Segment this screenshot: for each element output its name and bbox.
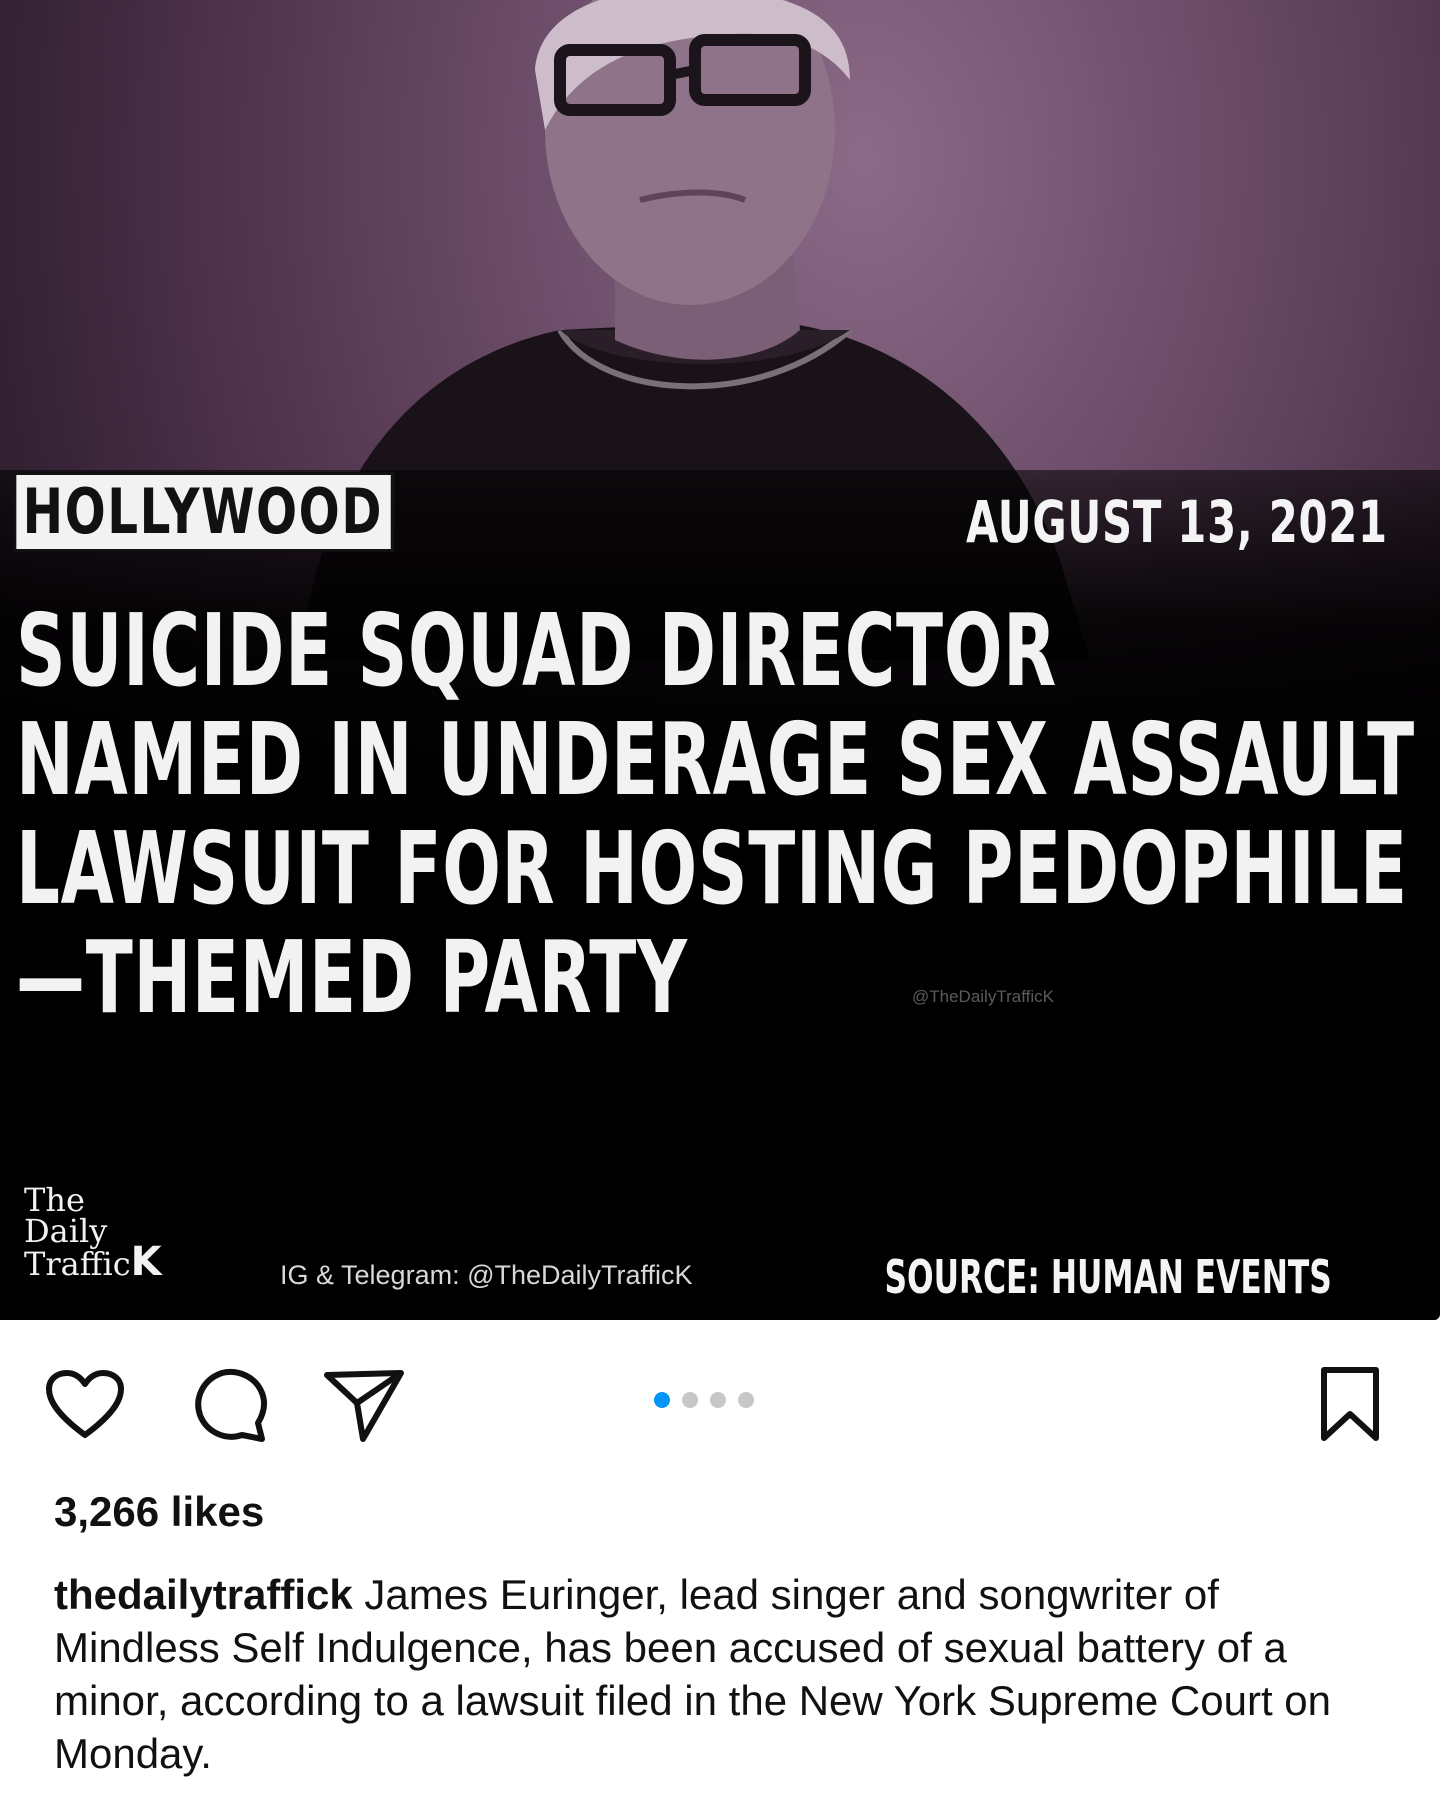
carousel-dot bbox=[710, 1392, 726, 1408]
brand-logo-line: TrafficK bbox=[24, 1239, 162, 1285]
headline-line: NAMED IN UNDERAGE SEX ASSAULT bbox=[16, 701, 1415, 818]
carousel-dot-active bbox=[654, 1392, 670, 1408]
category-label: HOLLYWOOD bbox=[14, 472, 394, 552]
likes-count[interactable]: 3,266 likes bbox=[54, 1488, 264, 1536]
headline: SUICIDE SQUAD DIRECTOR NAMED IN UNDERAGE… bbox=[16, 592, 1415, 1036]
like-button[interactable] bbox=[40, 1360, 130, 1450]
bookmark-icon bbox=[1321, 1367, 1379, 1441]
brand-logo-k: K bbox=[130, 1239, 162, 1285]
brand-logo: The Daily TrafficK bbox=[24, 1184, 162, 1285]
caption-username[interactable]: thedailytraffick bbox=[54, 1571, 353, 1618]
post-image[interactable]: HOLLYWOOD AUGUST 13, 2021 SUICIDE SQUAD … bbox=[0, 0, 1440, 1320]
watermark: @TheDailyTrafficK bbox=[912, 987, 1054, 1006]
source-credit: SOURCE: HUMAN EVENTS bbox=[884, 1250, 1332, 1304]
caption: thedailytraffick James Euringer, lead si… bbox=[54, 1568, 1394, 1780]
post-date: AUGUST 13, 2021 bbox=[966, 488, 1388, 556]
headline-line: LAWSUIT FOR HOSTING PEDOPHILE bbox=[16, 810, 1408, 927]
heart-icon bbox=[46, 1370, 124, 1438]
carousel-indicator bbox=[654, 1392, 754, 1408]
save-button[interactable] bbox=[1305, 1360, 1395, 1450]
paper-plane-icon bbox=[324, 1370, 404, 1442]
headline-line: —THEMED PARTY bbox=[16, 919, 688, 1036]
carousel-dot bbox=[682, 1392, 698, 1408]
handle-credit: IG & Telegram: @TheDailyTrafficK bbox=[280, 1260, 693, 1290]
headline-line: SUICIDE SQUAD DIRECTOR bbox=[16, 592, 1057, 709]
share-button[interactable] bbox=[320, 1360, 410, 1450]
carousel-dot bbox=[738, 1392, 754, 1408]
comment-bubble-icon bbox=[195, 1369, 268, 1442]
comment-button[interactable] bbox=[185, 1360, 275, 1450]
